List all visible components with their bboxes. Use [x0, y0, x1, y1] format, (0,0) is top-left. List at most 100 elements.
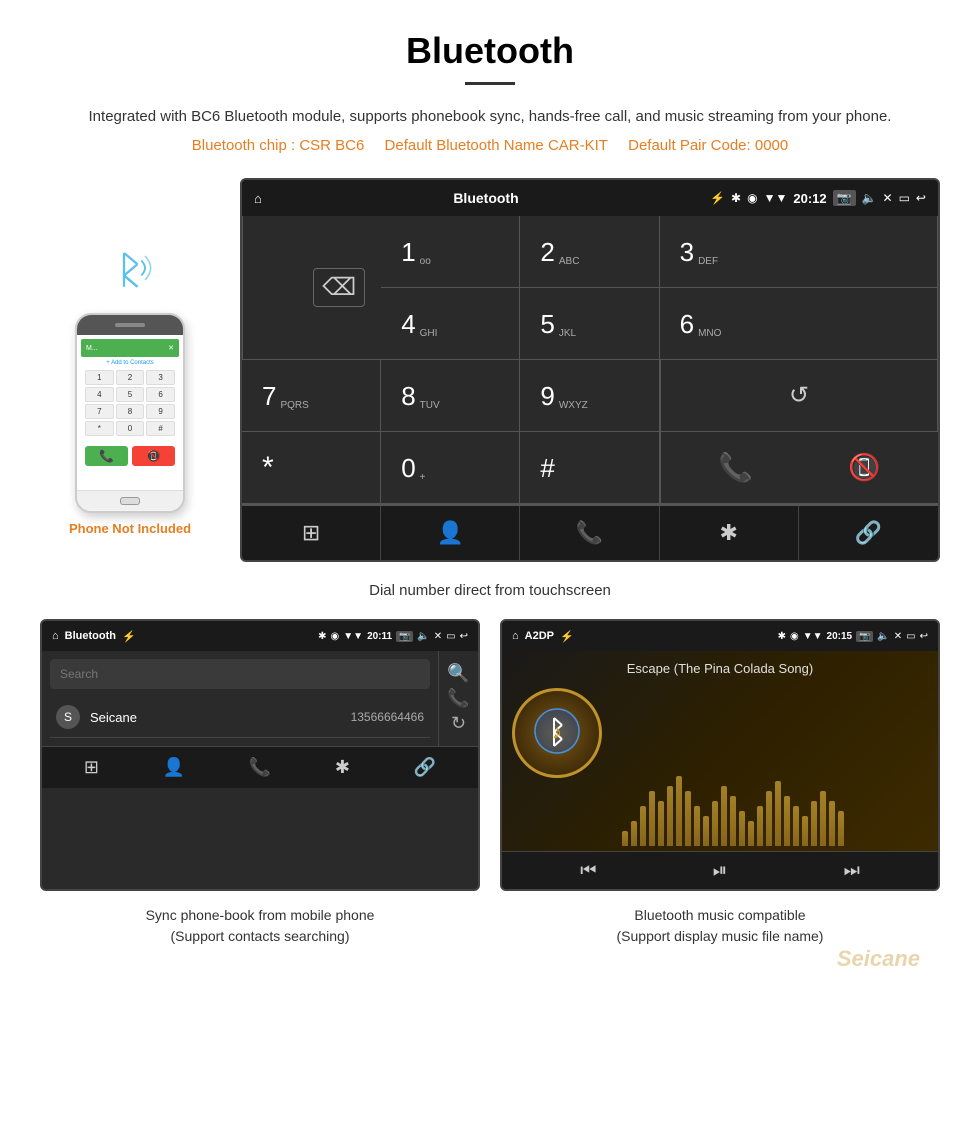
music-close-icon[interactable]: ✕ [894, 631, 902, 642]
contact-entry-seicane[interactable]: S Seicane 13566664466 [50, 697, 430, 738]
music-caption: Bluetooth music compatible (Support disp… [500, 905, 940, 947]
redial-button[interactable]: ↻ [660, 360, 938, 432]
pb-location-icon: ◉ [331, 631, 340, 642]
spec-chip: Bluetooth chip : CSR BC6 [192, 137, 365, 154]
close-icon[interactable]: ✕ [883, 191, 893, 205]
home-icon[interactable]: ⌂ [254, 191, 262, 206]
phone-screen: M...✕ + Add to Contacts 1 2 3 4 5 6 7 8 … [77, 335, 183, 490]
dial-grid: 1oo 2ABC 3DEF ⌫ 4GHI 5JKL [242, 216, 938, 504]
phone-key-2[interactable]: 2 [116, 370, 145, 385]
dial-key-7[interactable]: 7PQRS [242, 360, 381, 432]
phonebook-content: S Seicane 13566664466 [42, 651, 438, 746]
spec-name: Default Bluetooth Name CAR-KIT [385, 137, 608, 154]
phone-key-7[interactable]: 7 [85, 404, 114, 419]
eq-bar [811, 801, 817, 846]
search-input[interactable] [60, 667, 420, 681]
call-button[interactable]: 📞 [718, 451, 753, 484]
end-call-button[interactable]: 📵 [848, 452, 880, 483]
dial-screen-title: Bluetooth [453, 190, 518, 206]
music-home-icon[interactable]: ⌂ [512, 630, 519, 642]
phone-key-1[interactable]: 1 [85, 370, 114, 385]
dial-key-star[interactable]: * [242, 432, 381, 504]
phone-not-included-label: Phone Not Included [69, 521, 191, 536]
sidebar-call-icon[interactable]: 📞 [447, 688, 469, 709]
pb-home-icon[interactable]: ⌂ [52, 630, 59, 642]
backspace-button[interactable]: ⌫ [313, 268, 365, 307]
pb-nav-grid[interactable]: ⊞ [84, 757, 99, 778]
next-track-button[interactable]: ⏭ [844, 860, 860, 881]
back-icon[interactable]: ↩ [916, 191, 926, 205]
eq-bar [721, 786, 727, 846]
dial-key-3[interactable]: 3DEF [660, 216, 938, 288]
dial-key-8[interactable]: 8TUV [381, 360, 520, 432]
status-right: ⚡ ✱ ◉ ▼▼ 20:12 📷 🔈 ✕ ▭ ↩ [710, 190, 926, 206]
call-buttons-area: 📞 📵 [660, 432, 938, 504]
dial-key-5[interactable]: 5JKL [520, 288, 659, 360]
pb-nav-contacts[interactable]: 👤 [163, 757, 185, 778]
pb-camera-icon: 📷 [396, 631, 413, 642]
eq-bar [703, 816, 709, 846]
eq-bar [802, 816, 808, 846]
phone-key-8[interactable]: 8 [116, 404, 145, 419]
play-pause-button[interactable]: ⏯ [713, 860, 727, 881]
eq-bar [793, 806, 799, 846]
search-bar[interactable] [50, 659, 430, 689]
phone-key-3[interactable]: 3 [146, 370, 175, 385]
phone-key-4[interactable]: 4 [85, 387, 114, 402]
music-back-icon[interactable]: ↩ [920, 631, 928, 642]
signal-icon: ▼▼ [764, 191, 788, 205]
eq-bar [649, 791, 655, 846]
eq-bar [838, 811, 844, 846]
music-controls-row: ⏮ ⏯ ⏭ [502, 851, 938, 889]
nav-grid-icon[interactable]: ⊞ [242, 506, 381, 560]
pb-nav-bluetooth[interactable]: ✱ [335, 757, 350, 778]
eq-bar [784, 796, 790, 846]
location-icon: ◉ [747, 191, 757, 205]
pb-nav-link[interactable]: 🔗 [414, 757, 436, 778]
sidebar-search-icon[interactable]: 🔍 [447, 663, 469, 684]
phone-add-contacts: + Add to Contacts [81, 360, 179, 366]
eq-bar [640, 806, 646, 846]
eq-bar [829, 801, 835, 846]
phone-key-6[interactable]: 6 [146, 387, 175, 402]
phone-key-star[interactable]: * [85, 421, 114, 436]
music-rect-icon: ▭ [906, 631, 915, 642]
pb-nav-phone[interactable]: 📞 [249, 757, 271, 778]
dial-key-4[interactable]: 4GHI [381, 288, 520, 360]
dial-key-0[interactable]: 0+ [381, 432, 520, 504]
phone-key-9[interactable]: 9 [146, 404, 175, 419]
dial-key-6[interactable]: 6MNO [660, 288, 938, 360]
phone-green-bar: M...✕ [81, 339, 179, 357]
bottom-screens: ⌂ Bluetooth ⚡ ✱ ◉ ▼▼ 20:11 📷 🔈 ✕ ▭ ↩ [40, 619, 940, 891]
pb-signal-icon: ▼▼ [343, 631, 363, 642]
prev-track-button[interactable]: ⏮ [580, 860, 596, 881]
pb-close-icon[interactable]: ✕ [434, 631, 442, 642]
phone-bottom [77, 490, 183, 510]
nav-phone-icon[interactable]: 📞 [520, 506, 659, 560]
eq-bar [658, 801, 664, 846]
dial-key-9[interactable]: 9WXYZ [520, 360, 659, 432]
camera-icon: 📷 [833, 190, 856, 206]
dial-key-2[interactable]: 2ABC [520, 216, 659, 288]
music-time: 20:15 [827, 631, 853, 642]
phone-key-0[interactable]: 0 [116, 421, 145, 436]
eq-bar [757, 806, 763, 846]
music-camera-icon: 📷 [856, 631, 873, 642]
sidebar-sync-icon[interactable]: ↻ [451, 713, 466, 734]
equalizer [612, 771, 938, 851]
nav-contacts-icon[interactable]: 👤 [381, 506, 520, 560]
bluetooth-status-icon: ✱ [731, 191, 741, 205]
dial-key-hash[interactable]: # [520, 432, 659, 504]
pb-back-icon[interactable]: ↩ [460, 631, 468, 642]
phone-key-hash[interactable]: # [146, 421, 175, 436]
music-album-art: ♪ [512, 688, 602, 778]
phone-home-button[interactable] [120, 497, 140, 505]
nav-bluetooth-icon[interactable]: ✱ [660, 506, 799, 560]
rect-icon: ▭ [899, 191, 910, 205]
phonebook-status-bar: ⌂ Bluetooth ⚡ ✱ ◉ ▼▼ 20:11 📷 🔈 ✕ ▭ ↩ [42, 621, 478, 651]
music-content: Escape (The Pina Colada Song) [502, 651, 938, 851]
phone-key-5[interactable]: 5 [116, 387, 145, 402]
dial-key-1[interactable]: 1oo [381, 216, 520, 288]
nav-link-icon[interactable]: 🔗 [799, 506, 938, 560]
phone-status-bar [77, 315, 183, 335]
